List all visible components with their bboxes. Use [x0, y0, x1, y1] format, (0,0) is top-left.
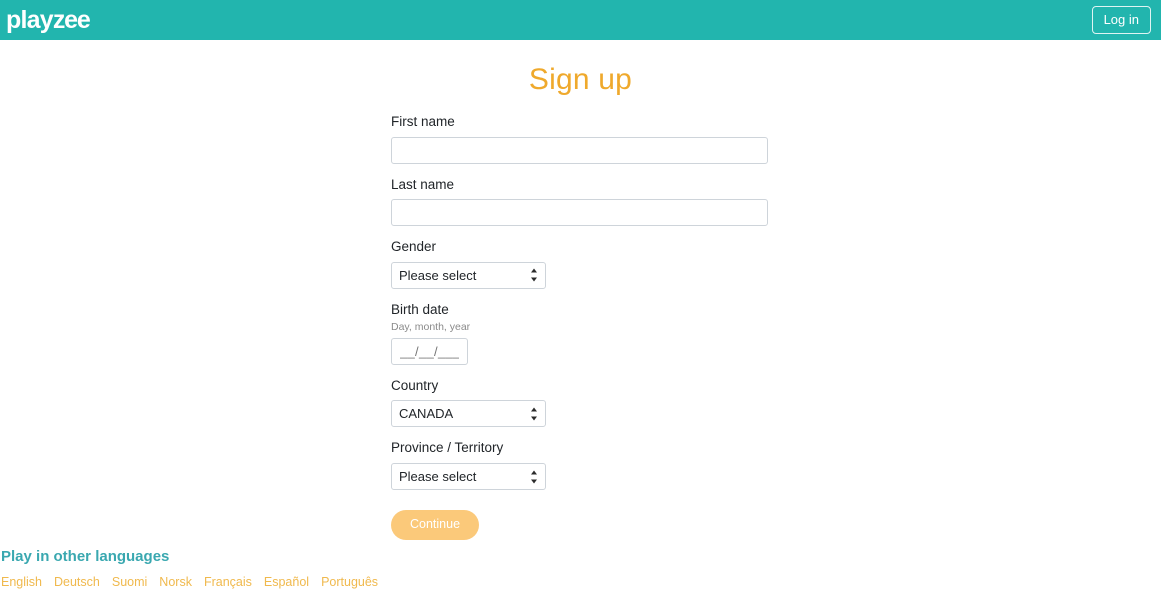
- first-name-label: First name: [391, 114, 455, 129]
- language-link[interactable]: English: [1, 575, 42, 590]
- gender-label: Gender: [391, 239, 437, 255]
- field-birth-date: Birth date Day, month, year: [391, 300, 1161, 365]
- province-select-shell: Please select: [391, 463, 546, 491]
- continue-button[interactable]: Continue: [391, 510, 480, 540]
- language-link[interactable]: Norsk: [159, 575, 192, 590]
- log-in-button[interactable]: Log in: [1091, 6, 1151, 34]
- language-footer: Play in other languages English Deutsch Su…: [0, 548, 1161, 590]
- language-link[interactable]: Deutsch: [54, 575, 100, 590]
- logo-text-play: play: [6, 5, 54, 34]
- playzee-logo[interactable]: playzee: [4, 5, 91, 34]
- logo-text-zee: zee: [52, 5, 91, 34]
- first-name-input[interactable]: [391, 136, 768, 164]
- field-first-name: First name: [391, 112, 1161, 164]
- country-label: Country: [391, 377, 439, 393]
- province-select[interactable]: Please select: [391, 463, 546, 491]
- language-link[interactable]: Português: [321, 575, 378, 590]
- language-link[interactable]: Español: [264, 575, 309, 590]
- birth-date-hint: Day, month, year: [391, 321, 471, 334]
- page-title: Sign up: [528, 63, 633, 96]
- field-country: Country CANADA: [391, 376, 1161, 428]
- signup-form: First name Last name Gender Please selec…: [0, 112, 1161, 540]
- birth-date-input[interactable]: [391, 337, 468, 365]
- country-select-shell: CANADA: [391, 400, 546, 428]
- language-link[interactable]: Suomi: [112, 575, 147, 590]
- country-select[interactable]: CANADA: [391, 400, 546, 428]
- field-gender: Gender Please select: [391, 237, 1161, 289]
- language-link-list: English Deutsch Suomi Norsk Français Español P…: [1, 575, 1161, 590]
- other-languages-title: Play in other languages: [1, 548, 170, 565]
- field-last-name: Last name: [391, 175, 1161, 227]
- last-name-input[interactable]: [391, 199, 768, 227]
- last-name-label: Last name: [391, 176, 455, 192]
- gender-select[interactable]: Please select: [391, 261, 546, 289]
- province-label: Province / Territory: [391, 440, 504, 456]
- site-header: playzee Log in: [0, 0, 1161, 40]
- field-province: Province / Territory Please select: [391, 438, 1161, 491]
- birth-date-label: Birth date: [391, 301, 449, 317]
- language-link[interactable]: Français: [204, 575, 252, 590]
- gender-select-shell: Please select: [391, 261, 546, 289]
